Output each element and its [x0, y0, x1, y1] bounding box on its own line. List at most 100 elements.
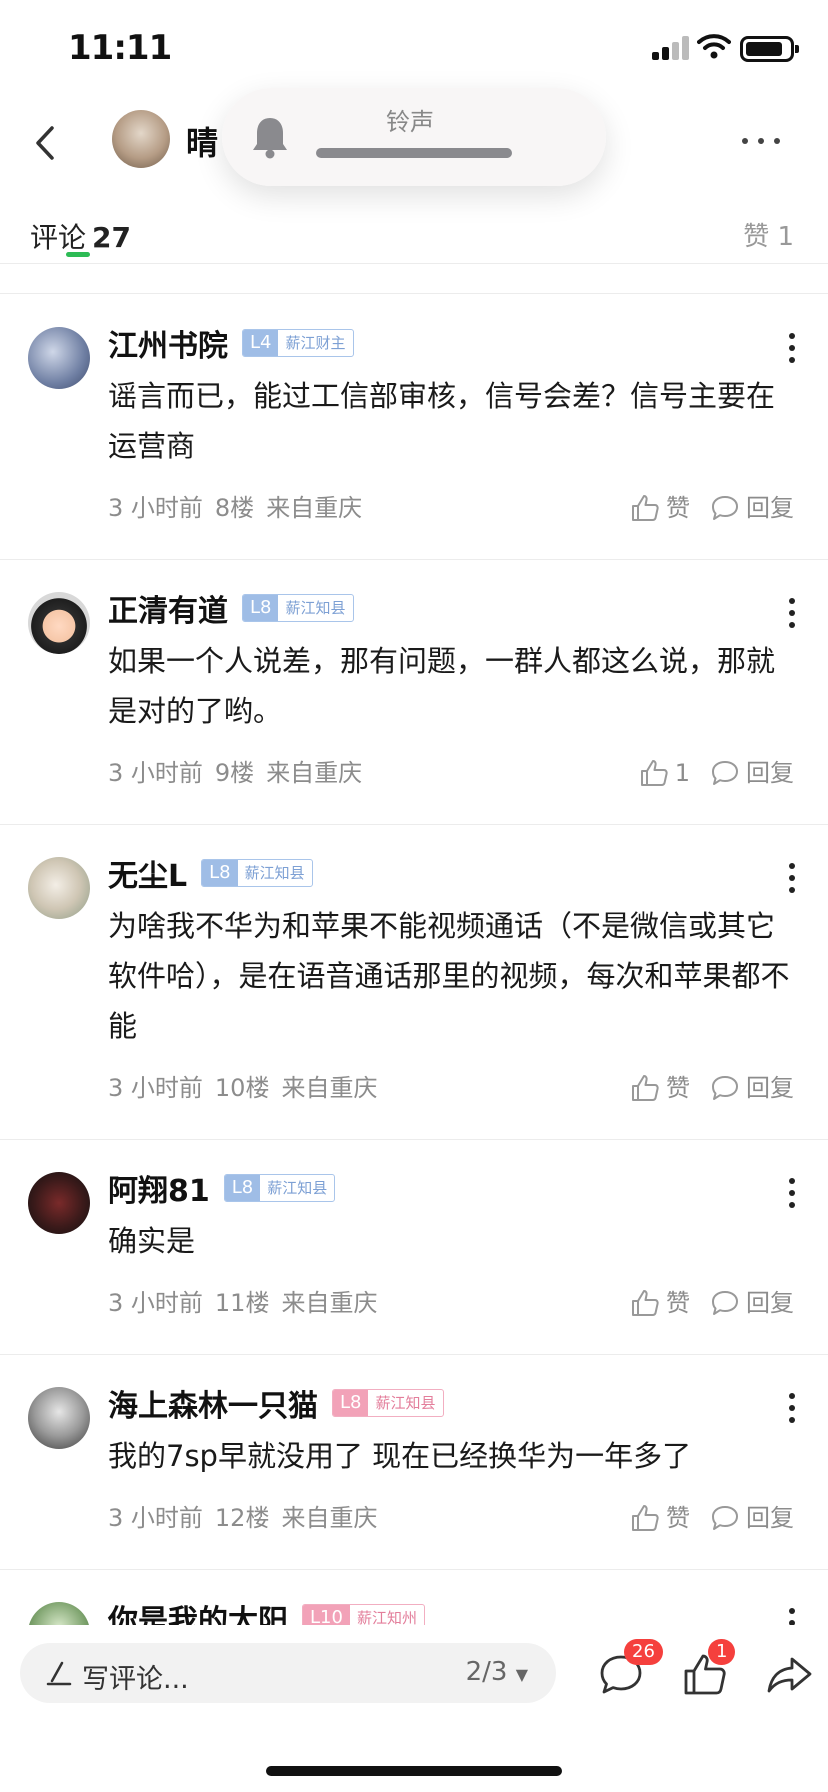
comment-text: 谣言而已，能过工信部审核，信号会差？信号主要在运营商	[108, 379, 776, 463]
like-button[interactable]: 赞	[630, 1063, 690, 1113]
comments-count-badge: 26	[624, 1639, 663, 1665]
avatar[interactable]	[28, 327, 90, 389]
caret-down-icon: ▼	[515, 1665, 528, 1684]
like-button[interactable]: 1	[639, 748, 690, 798]
badge-title: 薪江知县	[267, 1179, 328, 1197]
divider	[0, 264, 828, 294]
comment-more-button[interactable]	[788, 863, 796, 893]
badge-level: L10	[303, 1605, 350, 1625]
reply-button[interactable]: 回复	[710, 1278, 794, 1328]
comment-author[interactable]: 阿翔81	[108, 1166, 210, 1210]
comment-floor: 10楼	[214, 1074, 270, 1102]
comment-input[interactable]: 写评论... 2/3 ▼	[20, 1643, 556, 1703]
comment-more-button[interactable]	[788, 1608, 796, 1625]
wifi-icon	[697, 34, 731, 59]
reply-bubble-icon	[712, 1076, 738, 1100]
like-button[interactable]: 赞	[630, 1278, 690, 1328]
thumbs-up-icon	[640, 760, 668, 786]
reply-button[interactable]: 回复	[710, 483, 794, 533]
level-badge: L4 薪江财主	[242, 329, 354, 357]
comment-item: 江州书院 L4 薪江财主 谣言而已，能过工信部审核，信号会差？信号主要在运营商 3…	[0, 295, 828, 560]
like-button[interactable]: 赞	[630, 483, 690, 533]
like-label: 赞	[666, 494, 690, 522]
comment-more-button[interactable]	[788, 333, 796, 363]
comment-item: 阿翔81 L8 薪江知县 确实是 3 小时前 11楼 来自重庆 赞 回复	[0, 1140, 828, 1355]
page-indicator[interactable]: 2/3 ▼	[466, 1657, 528, 1687]
volume-bar[interactable]	[316, 148, 512, 158]
comment-floor: 12楼	[214, 1504, 270, 1532]
like-label: 赞	[666, 1074, 690, 1102]
reply-label: 回复	[746, 1504, 794, 1532]
comment-location: 来自重庆	[266, 494, 363, 522]
status-time: 11:11	[68, 28, 172, 68]
like-button[interactable]: 赞	[630, 1493, 690, 1543]
reply-button[interactable]: 回复	[710, 1493, 794, 1543]
reply-label: 回复	[746, 759, 794, 787]
comment-time: 3 小时前	[108, 1074, 203, 1102]
thumbs-up-icon	[632, 1505, 659, 1531]
avatar[interactable]	[28, 1602, 90, 1625]
reply-bubble-icon	[712, 1291, 738, 1315]
comment-text: 我的7sp早就没用了 现在已经换华为一年多了	[108, 1439, 692, 1473]
reply-label: 回复	[746, 494, 794, 522]
comment-meta: 3 小时前 12楼 来自重庆 赞 回复	[108, 1493, 828, 1543]
comment-list: 江州书院 L4 薪江财主 谣言而已，能过工信部审核，信号会差？信号主要在运营商 3…	[0, 295, 828, 1625]
comment-text: 如果一个人说差，那有问题，一群人都这么说，那就是对的了哟。	[108, 644, 776, 728]
comment-location: 来自重庆	[281, 1289, 378, 1317]
avatar[interactable]	[28, 857, 90, 919]
avatar[interactable]	[112, 110, 170, 168]
comment-location: 来自重庆	[281, 1074, 378, 1102]
comment-author[interactable]: 海上森林一只猫	[108, 1381, 318, 1425]
tab-comments-count: 27	[92, 221, 131, 254]
comment-item: 你是我的太阳 L10 薪江知州	[0, 1570, 828, 1625]
comment-meta: 3 小时前 8楼 来自重庆 赞 回复	[108, 483, 828, 533]
tab-comments[interactable]: 评论 27	[30, 216, 131, 256]
comment-location: 来自重庆	[281, 1504, 378, 1532]
comment-text: 确实是	[108, 1224, 196, 1258]
badge-title: 薪江知州	[356, 1609, 417, 1625]
thumbs-up-icon	[632, 1290, 659, 1316]
author-name[interactable]: 晴	[186, 118, 218, 164]
like-label: 赞	[666, 1289, 690, 1317]
badge-title: 薪江知县	[285, 599, 346, 617]
comment-author[interactable]: 你是我的太阳	[108, 1596, 288, 1625]
reply-button[interactable]: 回复	[710, 748, 794, 798]
comment-item: 正清有道 L8 薪江知县 如果一个人说差，那有问题，一群人都这么说，那就是对的了哟…	[0, 560, 828, 825]
reply-label: 回复	[746, 1289, 794, 1317]
comment-floor: 11楼	[214, 1289, 270, 1317]
avatar[interactable]	[28, 592, 90, 654]
badge-level: L8	[224, 1175, 261, 1201]
badge-level: L8	[333, 1390, 369, 1416]
comment-more-button[interactable]	[788, 598, 796, 628]
comment-author[interactable]: 江州书院	[108, 321, 228, 365]
comment-more-button[interactable]	[788, 1178, 796, 1208]
reply-bubble-icon	[712, 761, 738, 785]
comment-time: 3 小时前	[108, 1504, 203, 1532]
comment-time: 3 小时前	[108, 1289, 203, 1317]
page-indicator-text: 2/3	[465, 1657, 508, 1687]
reply-bubble-icon	[712, 496, 738, 520]
back-button[interactable]	[22, 118, 72, 168]
tab-likes[interactable]: 赞 1	[743, 216, 794, 253]
avatar[interactable]	[28, 1172, 90, 1234]
comment-floor: 8楼	[214, 494, 255, 522]
badge-title: 薪江知县	[375, 1394, 436, 1412]
battery-icon	[740, 36, 799, 62]
comment-author[interactable]: 无尘L	[108, 851, 187, 895]
active-tab-indicator	[66, 252, 90, 257]
share-icon[interactable]	[764, 1649, 814, 1699]
comment-time: 3 小时前	[108, 759, 203, 787]
level-badge: L10 薪江知州	[302, 1604, 425, 1625]
badge-level: L8	[243, 595, 279, 621]
comment-meta: 3 小时前 9楼 来自重庆 1 回复	[108, 748, 828, 798]
comment-more-button[interactable]	[788, 1393, 796, 1423]
home-indicator	[266, 1766, 562, 1776]
reply-button[interactable]: 回复	[710, 1063, 794, 1113]
cellular-signal-icon	[652, 36, 690, 60]
avatar[interactable]	[28, 1387, 90, 1449]
comment-author[interactable]: 正清有道	[108, 586, 228, 630]
likes-count-badge: 1	[708, 1639, 736, 1665]
comment-input-placeholder: 写评论...	[82, 1664, 189, 1695]
ringer-overlay: 铃声	[222, 88, 606, 186]
more-options-button[interactable]	[736, 130, 786, 150]
